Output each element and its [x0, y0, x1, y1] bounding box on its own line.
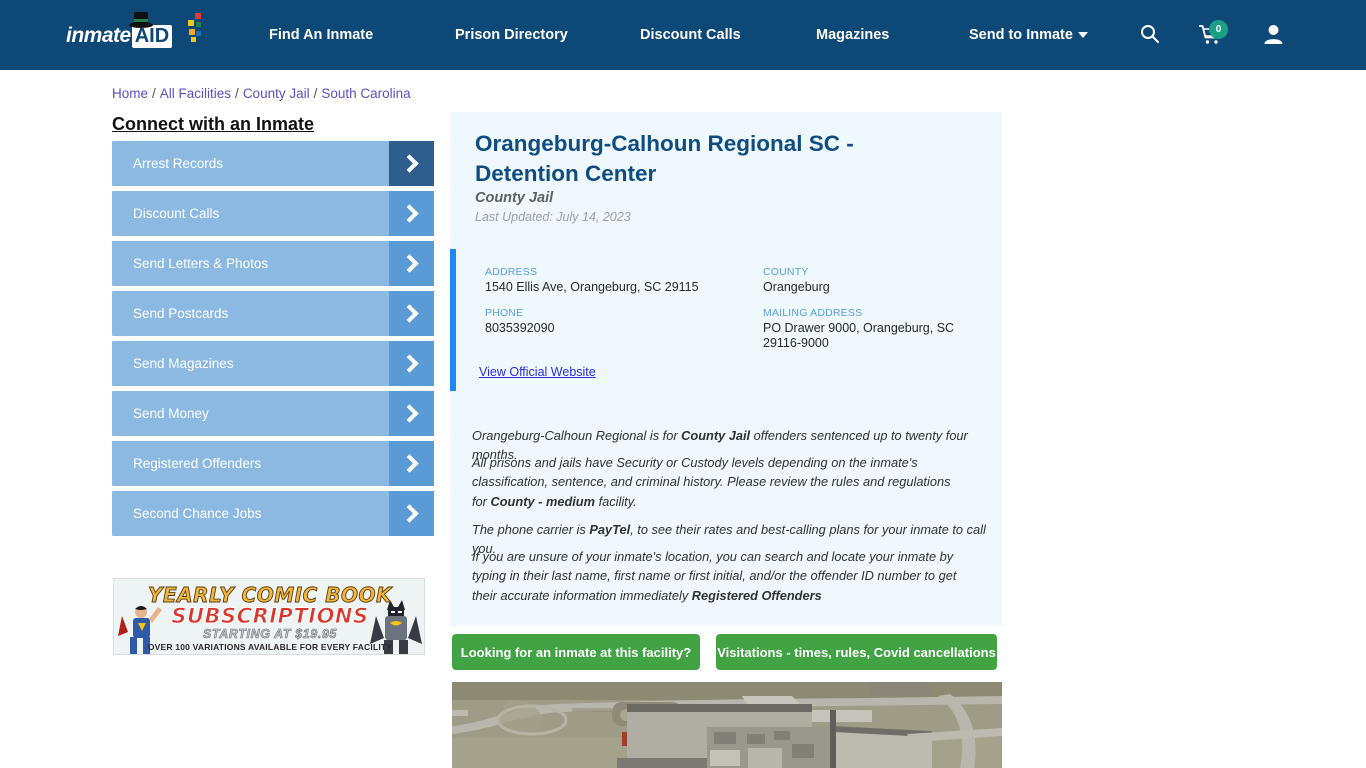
- address-value: 1540 Ellis Ave, Orangeburg, SC 29115: [485, 280, 699, 294]
- chevron-right-icon: [389, 191, 434, 236]
- sidebar-item-label: Send Magazines: [133, 356, 234, 371]
- nav-item-find-an-inmate[interactable]: Find An Inmate: [269, 27, 373, 43]
- ad-price-line: STARTING AT $19.95: [203, 627, 337, 642]
- sidebar-item-label: Registered Offenders: [133, 456, 262, 471]
- sidebar-item-send-magazines[interactable]: Send Magazines: [112, 341, 434, 386]
- sidebar-item-label: Arrest Records: [133, 156, 224, 171]
- page-title: Orangeburg-Calhoun Regional SC - Detenti…: [475, 131, 854, 186]
- breadcrumb: Home / All Facilities / County Jail / South Ca…: [112, 86, 411, 101]
- breadcrumb-item-county-jail[interactable]: County Jail: [243, 86, 310, 101]
- paragraph-1-text-a: Orangeburg-Calhoun Regional is for: [472, 428, 682, 443]
- search-icon[interactable]: [1140, 24, 1159, 43]
- sidebar-item-label: Discount Calls: [133, 206, 220, 221]
- county-label: COUNTY: [763, 266, 809, 278]
- looking-for-inmate-button[interactable]: Looking for an inmate at this facility?: [452, 634, 700, 670]
- sidebar-item-label: Send Money: [133, 406, 209, 421]
- breadcrumb-item-home[interactable]: Home: [112, 86, 148, 101]
- sidebar-item-label: Second Chance Jobs: [133, 506, 262, 521]
- sidebar-item-label: Send Letters & Photos: [133, 256, 269, 271]
- site-logo[interactable]: inmate AID: [66, 12, 201, 54]
- facility-type: County Jail: [475, 190, 554, 206]
- last-updated: Last Updated: July 14, 2023: [475, 210, 631, 224]
- nav-item-send-to-inmate-label: Send to Inmate: [969, 27, 1073, 43]
- confetti-icon: [188, 13, 201, 42]
- ad-footnote: OVER 100 VARIATIONS AVAILABLE FOR EVERY …: [147, 642, 393, 652]
- mailing-address-value: PO Drawer 9000, Orangeburg, SC 29116-900…: [763, 321, 955, 350]
- sidebar-item-arrest-records[interactable]: Arrest Records: [112, 141, 434, 186]
- sidebar-item-label: Send Postcards: [133, 306, 229, 321]
- address-label: ADDRESS: [485, 266, 538, 278]
- link-registered-offenders[interactable]: Registered Offenders: [692, 588, 822, 603]
- view-official-website-link[interactable]: View Official Website: [479, 365, 596, 379]
- site-header: inmate AID Find An Inmate Prison Director…: [0, 0, 1366, 70]
- chevron-right-icon: [389, 341, 434, 386]
- sidebar-menu: Arrest Records Discount Calls Send Lette…: [112, 141, 434, 541]
- sidebar-item-send-postcards[interactable]: Send Postcards: [112, 291, 434, 336]
- paragraph-security-levels: All prisons and jails have Security or C…: [472, 453, 968, 511]
- user-account-icon[interactable]: [1264, 24, 1283, 44]
- sidebar-item-registered-offenders[interactable]: Registered Offenders: [112, 441, 434, 486]
- breadcrumb-separator-3: /: [313, 86, 318, 101]
- visitations-button[interactable]: Visitations - times, rules, Covid cancel…: [716, 634, 997, 670]
- paragraph-3-text-a: The phone carrier is: [472, 522, 590, 537]
- paragraph-inmate-search-help: If you are unsure of your inmate's locat…: [472, 547, 976, 605]
- nav-item-prison-directory[interactable]: Prison Directory: [455, 27, 568, 43]
- link-county-medium[interactable]: County - medium: [491, 494, 596, 509]
- link-paytel[interactable]: PayTel: [589, 522, 630, 537]
- breadcrumb-item-south-carolina[interactable]: South Carolina: [321, 86, 410, 101]
- sidebar-item-discount-calls[interactable]: Discount Calls: [112, 191, 434, 236]
- facility-aerial-photo: [452, 682, 1002, 768]
- nav-item-send-to-inmate[interactable]: Send to Inmate: [969, 27, 1088, 43]
- breadcrumb-separator-2: /: [235, 86, 239, 101]
- comic-book-subscription-ad[interactable]: YEARLY COMIC BOOK SUBSCRIPTIONS STARTING…: [113, 578, 425, 655]
- sidebar-item-second-chance-jobs[interactable]: Second Chance Jobs: [112, 491, 434, 536]
- sidebar-item-send-letters-photos[interactable]: Send Letters & Photos: [112, 241, 434, 286]
- sidebar-heading: Connect with an Inmate: [112, 114, 315, 134]
- phone-label: PHONE: [485, 307, 524, 319]
- breadcrumb-item-all-facilities[interactable]: All Facilities: [160, 86, 231, 101]
- nav-item-magazines[interactable]: Magazines: [816, 27, 889, 43]
- facility-info-panel: Orangeburg-Calhoun Regional SC - Detenti…: [450, 112, 1002, 626]
- chevron-down-icon: [1077, 32, 1088, 39]
- nav-item-discount-calls[interactable]: Discount Calls: [640, 27, 741, 43]
- logo-wordmark: inmate: [66, 24, 131, 47]
- breadcrumb-separator-1: /: [152, 86, 156, 101]
- cart-count-badge: 0: [1209, 20, 1228, 39]
- chevron-right-icon: [389, 491, 434, 536]
- paragraph-2-text-b: facility.: [595, 493, 637, 509]
- chevron-right-icon: [389, 241, 434, 286]
- aerial-photo-graphic: [452, 682, 1002, 768]
- county-value: Orangeburg: [763, 280, 830, 294]
- sidebar-item-send-money[interactable]: Send Money: [112, 391, 434, 436]
- mailing-address-label: MAILING ADDRESS: [763, 307, 863, 319]
- chevron-right-icon: [389, 441, 434, 486]
- ad-subheadline: SUBSCRIPTIONS: [171, 604, 369, 629]
- chevron-right-icon: [389, 391, 434, 436]
- phone-value: 8035392090: [485, 321, 555, 335]
- chevron-right-icon: [389, 141, 434, 186]
- chevron-right-icon: [389, 291, 434, 336]
- link-county-jail[interactable]: County Jail: [681, 428, 750, 443]
- top-hat-icon: [129, 12, 153, 28]
